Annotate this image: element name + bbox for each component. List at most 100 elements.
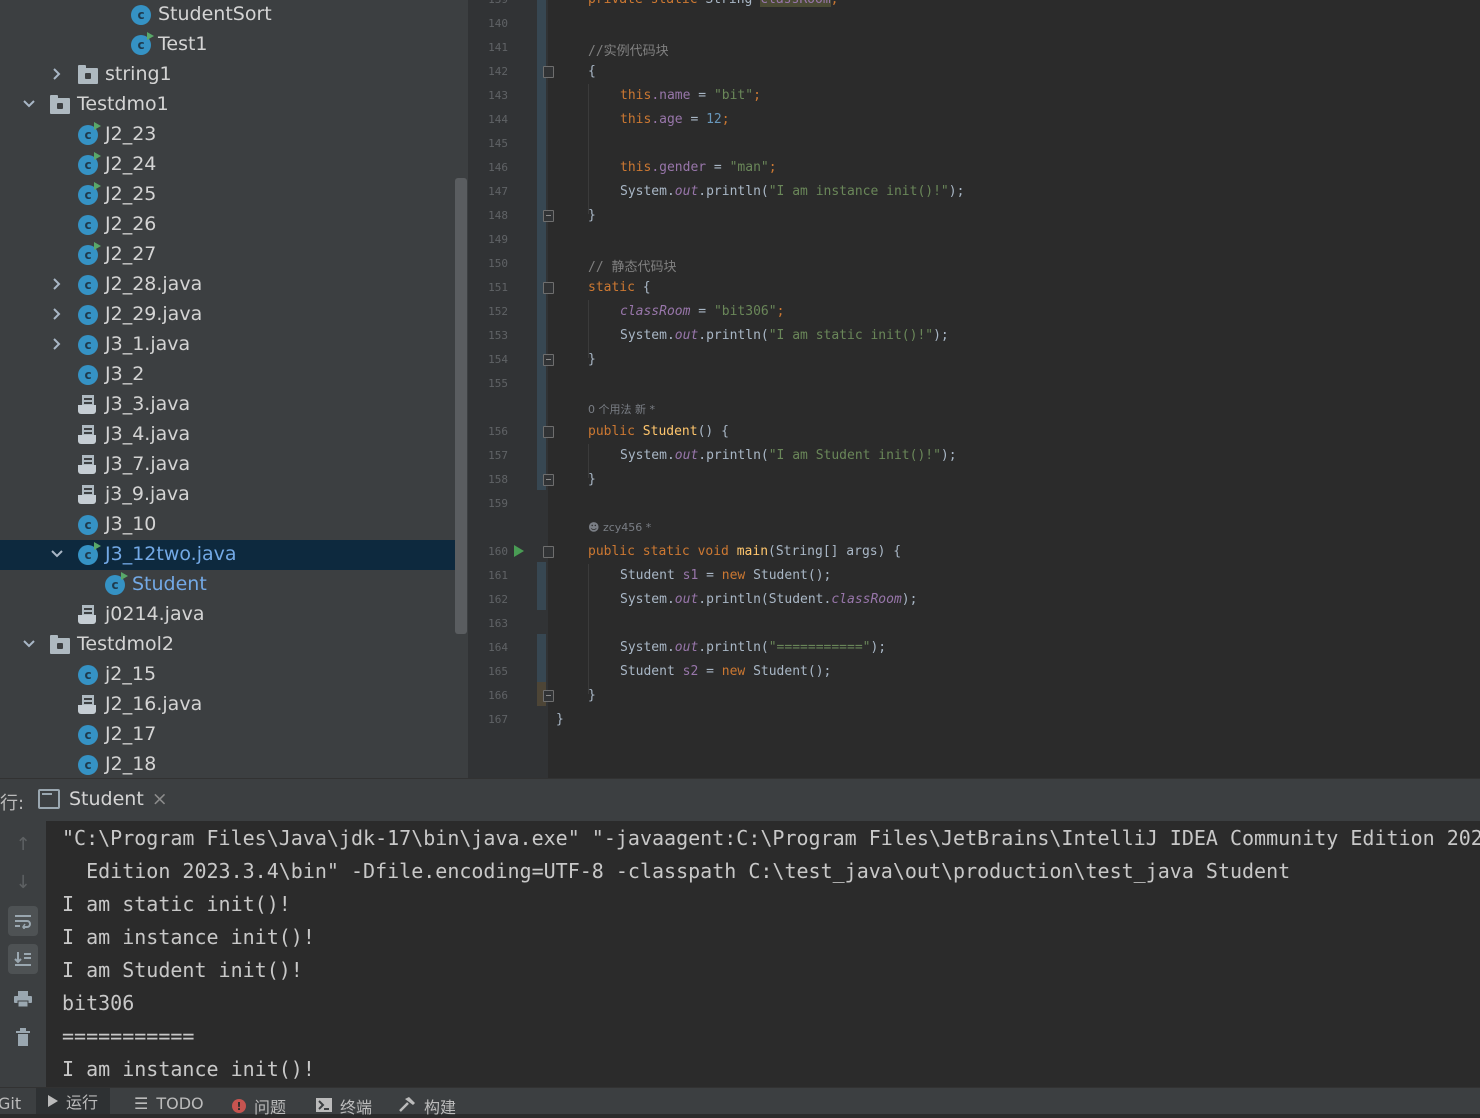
author-hint[interactable]: ☻ zcy456 * xyxy=(588,521,651,534)
chevron-down-icon[interactable] xyxy=(22,97,36,111)
project-tree-scrollbar[interactable] xyxy=(455,178,467,634)
chevron-right-icon[interactable] xyxy=(50,67,64,81)
runnable-class-icon: c xyxy=(78,242,101,265)
tree-item[interactable]: Testdmo1 xyxy=(0,90,455,120)
tree-item-label: j0214.java xyxy=(105,603,205,625)
chevron-right-icon[interactable] xyxy=(50,277,64,291)
code-line-166: } xyxy=(588,688,596,703)
runnable-class-icon: c xyxy=(78,542,101,565)
tree-item[interactable]: J3_3.java xyxy=(0,390,455,420)
problems-tool-button[interactable]: ! 问题 xyxy=(232,1094,286,1118)
line-number: 152 xyxy=(488,305,508,318)
fold-marker[interactable] xyxy=(543,474,554,486)
build-tool-button[interactable]: 构建 xyxy=(398,1094,456,1118)
tree-item-label: StudentSort xyxy=(158,3,272,25)
line-number: 157 xyxy=(488,449,508,462)
runnable-class-icon: c xyxy=(78,122,101,145)
run-icon xyxy=(48,1095,58,1107)
todo-tool-button[interactable]: ☰ TODO xyxy=(134,1094,204,1113)
close-tab-icon[interactable]: × xyxy=(152,788,168,810)
line-number: 160 xyxy=(488,545,508,558)
class-icon: c xyxy=(131,5,151,25)
console-line: =========== xyxy=(62,1024,195,1048)
tree-item[interactable]: j3_9.java xyxy=(0,480,455,510)
code-line-156: public Student() { xyxy=(588,424,729,439)
class-icon: c xyxy=(78,305,98,325)
run-main-gutter-icon[interactable] xyxy=(514,545,524,557)
line-number: 141 xyxy=(488,41,508,54)
line-number: 151 xyxy=(488,281,508,294)
fold-marker[interactable] xyxy=(543,426,554,438)
code-line-148: } xyxy=(588,208,596,223)
tree-item[interactable]: c Student xyxy=(0,570,455,600)
scroll-down-arrow-icon[interactable]: ↓ xyxy=(8,867,38,897)
indent-guide xyxy=(588,300,589,358)
tree-item[interactable]: c J3_1.java xyxy=(0,330,455,360)
console-toolbar: ↑ ↓ xyxy=(0,821,46,1087)
fold-marker[interactable] xyxy=(543,690,554,702)
tree-item[interactable]: c J2_27 xyxy=(0,240,455,270)
tree-item[interactable]: c J2_25 xyxy=(0,180,455,210)
fold-marker[interactable] xyxy=(543,546,554,558)
tree-item[interactable]: c J2_18 xyxy=(0,750,455,778)
tree-item-label: J3_2 xyxy=(105,363,145,385)
tree-item[interactable]: c J2_23 xyxy=(0,120,455,150)
tree-item-label: J3_10 xyxy=(105,513,157,535)
line-number: 164 xyxy=(488,641,508,654)
java-file-icon xyxy=(78,425,98,445)
tree-item-label: J3_1.java xyxy=(105,333,191,355)
soft-wrap-icon[interactable] xyxy=(8,906,38,936)
tree-item[interactable]: c J3_2 xyxy=(0,360,455,390)
usages-hint[interactable]: 0 个用法 新 * xyxy=(588,401,655,417)
line-number: 147 xyxy=(488,185,508,198)
chevron-right-icon[interactable] xyxy=(50,307,64,321)
line-number: 142 xyxy=(488,65,508,78)
tree-item[interactable]: c J2_24 xyxy=(0,150,455,180)
fold-marker[interactable] xyxy=(543,354,554,366)
trash-icon[interactable] xyxy=(8,1022,38,1052)
hammer-icon xyxy=(398,1096,416,1116)
code-line-164: System.out.println("==========="); xyxy=(620,640,887,655)
tree-item[interactable]: J3_7.java xyxy=(0,450,455,480)
terminal-tool-button[interactable]: 终端 xyxy=(316,1094,372,1118)
tree-item[interactable]: string1 xyxy=(0,60,455,90)
tree-item[interactable]: c StudentSort xyxy=(0,0,455,30)
chevron-down-icon[interactable] xyxy=(22,637,36,651)
code-line-141: //实例代码块 xyxy=(588,44,669,59)
tree-item[interactable]: c J2_29.java xyxy=(0,300,455,330)
tree-item[interactable]: c J2_28.java xyxy=(0,270,455,300)
tree-item[interactable]: c J3_12two.java xyxy=(0,540,455,570)
code-line-147: System.out.println("I am instance init()… xyxy=(620,184,965,199)
tree-item[interactable]: j0214.java xyxy=(0,600,455,630)
chevron-right-icon[interactable] xyxy=(50,337,64,351)
tree-item[interactable]: c j2_15 xyxy=(0,660,455,690)
tree-item[interactable]: c J2_26 xyxy=(0,210,455,240)
line-number: 162 xyxy=(488,593,508,606)
class-icon: c xyxy=(78,515,98,535)
folder-icon xyxy=(50,635,70,655)
print-icon[interactable] xyxy=(8,984,38,1014)
fold-marker[interactable] xyxy=(543,210,554,222)
tree-item[interactable]: c J3_10 xyxy=(0,510,455,540)
run-tab-student[interactable]: Student × xyxy=(38,788,168,810)
tree-item-label: Testdmol2 xyxy=(77,633,174,655)
tree-item[interactable]: c J2_17 xyxy=(0,720,455,750)
code-line-139: private static String classRoom; xyxy=(588,0,838,7)
runnable-class-icon: c xyxy=(131,32,154,55)
tree-item[interactable]: Testdmol2 xyxy=(0,630,455,660)
console-line: I am instance init()! xyxy=(62,925,315,949)
tree-item[interactable]: J3_4.java xyxy=(0,420,455,450)
console-output[interactable]: "C:\Program Files\Java\jdk-17\bin\java.e… xyxy=(46,821,1480,1087)
chevron-down-icon[interactable] xyxy=(50,547,64,561)
run-tool-button[interactable]: 运行 xyxy=(36,1088,111,1114)
tree-item[interactable]: J2_16.java xyxy=(0,690,455,720)
fold-marker[interactable] xyxy=(543,66,554,78)
scroll-up-arrow-icon[interactable]: ↑ xyxy=(8,829,38,859)
scroll-to-end-icon[interactable] xyxy=(8,944,38,974)
tree-item[interactable]: c Test1 xyxy=(0,30,455,60)
folder-icon xyxy=(78,65,98,85)
git-tool-button[interactable]: Git xyxy=(0,1094,21,1113)
java-file-icon xyxy=(78,605,98,625)
fold-marker[interactable] xyxy=(543,282,554,294)
run-tool-window-header: 行: Student × xyxy=(0,778,1480,821)
